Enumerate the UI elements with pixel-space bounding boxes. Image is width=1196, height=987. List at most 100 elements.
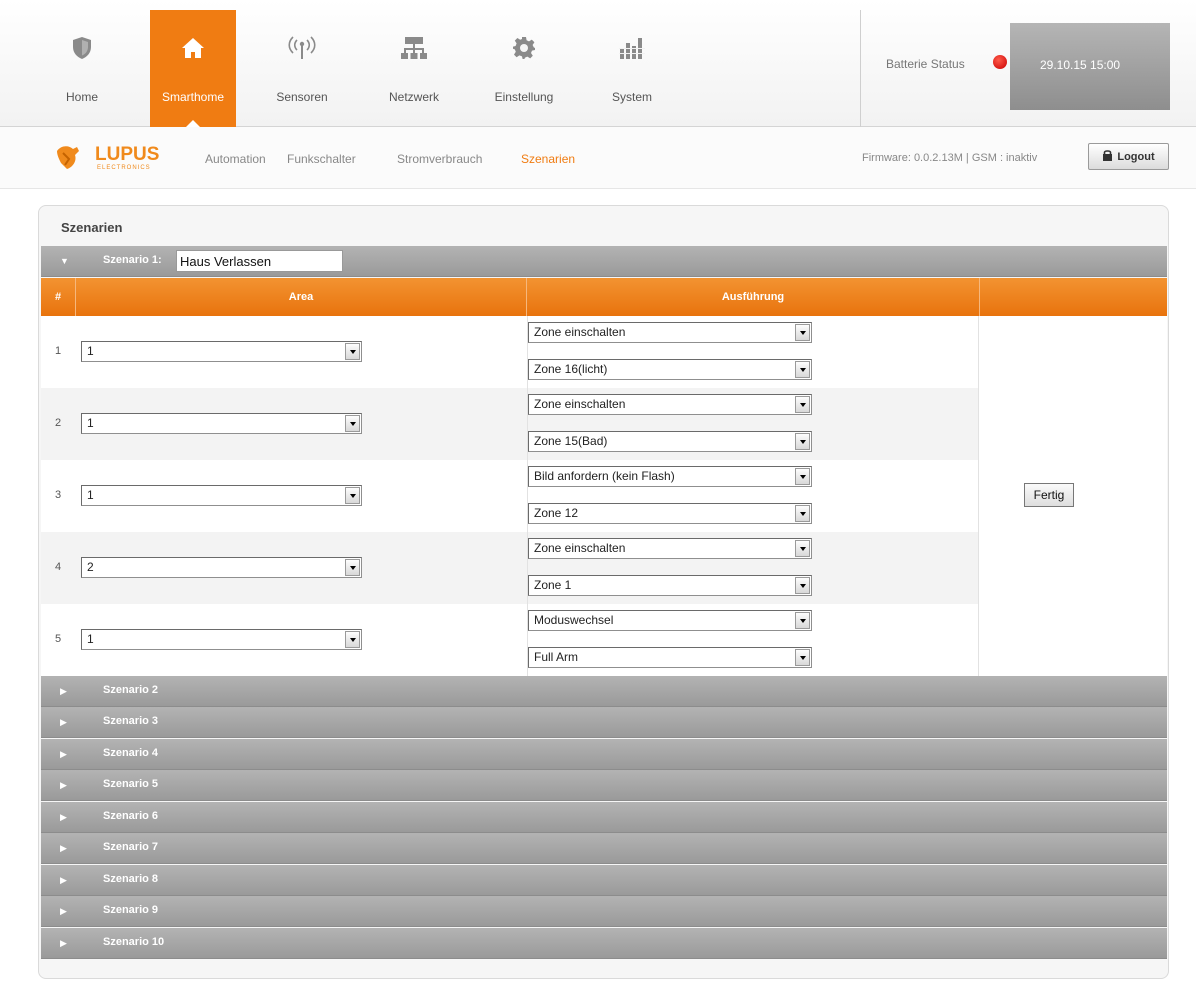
scenario-6-header[interactable]: ▶ Szenario 6 xyxy=(41,802,1167,833)
action-select[interactable]: Zone einschalten xyxy=(528,322,812,343)
scenario-title: Szenario 9 xyxy=(103,904,159,916)
scenario-title: Szenario 7 xyxy=(103,841,159,853)
gear-icon xyxy=(481,35,567,61)
dropdown-arrow-icon xyxy=(795,433,810,450)
nav-label-system: System xyxy=(611,90,652,104)
dropdown-arrow-icon xyxy=(795,612,810,629)
table-header: # Area Ausführung xyxy=(41,278,1167,316)
lupus-logo: LUPUS ELECTRONICS xyxy=(55,139,185,175)
done-button[interactable]: Fertig xyxy=(1024,483,1074,507)
triangle-right-icon: ▶ xyxy=(60,812,67,822)
scenarios-panel: Szenarien ▼ Szenario 1: # Area Ausführun… xyxy=(38,205,1169,979)
nav-item-home[interactable]: Home xyxy=(39,10,125,127)
scenario-title: Szenario 2 xyxy=(103,684,159,696)
subnav-automation[interactable]: Automation xyxy=(205,152,266,166)
top-navigation: Home Smarthome Sensoren Netzwerk Einstel… xyxy=(0,0,1196,128)
dropdown-arrow-icon xyxy=(795,361,810,378)
table-row: 1 1 Zone einschalten Zone 16(licht) xyxy=(41,316,978,388)
row-number: 5 xyxy=(55,633,62,645)
dropdown-arrow-icon xyxy=(795,396,810,413)
scenario-7-header[interactable]: ▶ Szenario 7 xyxy=(41,833,1167,864)
datetime-text: 29.10.15 15:00 xyxy=(1040,58,1121,72)
panel-title: Szenarien xyxy=(61,220,123,235)
triangle-right-icon: ▶ xyxy=(60,906,67,916)
nav-item-system[interactable]: System xyxy=(589,10,675,127)
scenario-1-label: Szenario 1: xyxy=(103,254,162,266)
triangle-right-icon: ▶ xyxy=(60,938,67,948)
firmware-info: Firmware: 0.0.2.13M | GSM : inaktiv xyxy=(862,152,1038,164)
area-select[interactable]: 2 xyxy=(81,557,362,578)
table-row: 5 1 Moduswechsel Full Arm xyxy=(41,604,978,676)
scenario-name-input[interactable] xyxy=(176,250,343,272)
subnav-szenarien[interactable]: Szenarien xyxy=(521,152,575,166)
dropdown-arrow-icon xyxy=(345,631,360,648)
dropdown-arrow-icon xyxy=(795,324,810,341)
col-header-number: # xyxy=(41,278,76,316)
row-number: 2 xyxy=(55,417,62,429)
scenario-2-header[interactable]: ▶ Szenario 2 xyxy=(41,676,1167,707)
dropdown-arrow-icon xyxy=(795,468,810,485)
nav-label-sensoren: Sensoren xyxy=(276,90,328,104)
triangle-right-icon: ▶ xyxy=(60,717,67,727)
scenario-10-header[interactable]: ▶ Szenario 10 xyxy=(41,928,1167,959)
col-header-area: Area xyxy=(76,278,527,316)
area-select[interactable]: 1 xyxy=(81,485,362,506)
table-row: 3 1 Bild anfordern (kein Flash) Zone 12 xyxy=(41,460,978,532)
nav-item-netzwerk[interactable]: Netzwerk xyxy=(371,10,457,127)
scenario-title: Szenario 10 xyxy=(103,936,165,948)
col-header-blank xyxy=(980,278,1167,316)
action-select[interactable]: Moduswechsel xyxy=(528,610,812,631)
table-row: 4 2 Zone einschalten Zone 1 xyxy=(41,532,978,604)
signal-icon xyxy=(259,35,345,61)
dropdown-arrow-icon xyxy=(345,559,360,576)
scenario-4-header[interactable]: ▶ Szenario 4 xyxy=(41,739,1167,770)
area-select[interactable]: 1 xyxy=(81,629,362,650)
action-select[interactable]: Zone einschalten xyxy=(528,538,812,559)
area-select[interactable]: 1 xyxy=(81,341,362,362)
subnav-funkschalter[interactable]: Funkschalter xyxy=(287,152,356,166)
triangle-down-icon: ▼ xyxy=(60,256,69,266)
dropdown-arrow-icon xyxy=(345,343,360,360)
action-select[interactable]: Bild anfordern (kein Flash) xyxy=(528,466,812,487)
triangle-right-icon: ▶ xyxy=(60,843,67,853)
scenario-3-header[interactable]: ▶ Szenario 3 xyxy=(41,707,1167,738)
dropdown-arrow-icon xyxy=(795,540,810,557)
bars-icon xyxy=(589,35,675,61)
dropdown-arrow-icon xyxy=(795,649,810,666)
logo-text: LUPUS xyxy=(95,144,159,165)
scenario-9-header[interactable]: ▶ Szenario 9 xyxy=(41,896,1167,927)
nav-label-home: Home xyxy=(65,90,98,104)
logo-subtext: ELECTRONICS xyxy=(97,165,151,171)
target-select[interactable]: Zone 12 xyxy=(528,503,812,524)
dropdown-arrow-icon xyxy=(795,505,810,522)
subnav-stromverbrauch[interactable]: Stromverbrauch xyxy=(397,152,482,166)
target-select[interactable]: Zone 1 xyxy=(528,575,812,596)
triangle-right-icon: ▶ xyxy=(60,686,67,696)
nav-item-einstellung[interactable]: Einstellung xyxy=(481,10,567,127)
scenario-title: Szenario 4 xyxy=(103,747,159,759)
area-select[interactable]: 1 xyxy=(81,413,362,434)
logout-button[interactable]: Logout xyxy=(1088,143,1169,170)
row-number: 4 xyxy=(55,561,62,573)
scenario-1-header[interactable]: ▼ Szenario 1: xyxy=(41,246,1167,277)
table-row: 2 1 Zone einschalten Zone 15(Bad) xyxy=(41,388,978,460)
action-select[interactable]: Zone einschalten xyxy=(528,394,812,415)
lock-icon xyxy=(1102,149,1113,164)
dropdown-arrow-icon xyxy=(795,577,810,594)
col-header-ausfuehrung: Ausführung xyxy=(527,278,980,316)
scenario-8-header[interactable]: ▶ Szenario 8 xyxy=(41,865,1167,896)
target-select[interactable]: Full Arm xyxy=(528,647,812,668)
datetime-display: 29.10.15 15:00 xyxy=(1010,23,1170,110)
target-select[interactable]: Zone 16(licht) xyxy=(528,359,812,380)
logout-label: Logout xyxy=(1117,150,1155,163)
battery-status-indicator xyxy=(993,55,1007,69)
scenario-title: Szenario 6 xyxy=(103,810,159,822)
sub-navigation: LUPUS ELECTRONICS Automation Funkschalte… xyxy=(0,127,1196,189)
target-select[interactable]: Zone 15(Bad) xyxy=(528,431,812,452)
nav-item-sensoren[interactable]: Sensoren xyxy=(259,10,345,127)
nav-item-smarthome[interactable]: Smarthome xyxy=(150,10,236,128)
nav-label-smarthome: Smarthome xyxy=(161,90,225,104)
scenario-5-header[interactable]: ▶ Szenario 5 xyxy=(41,770,1167,801)
network-icon xyxy=(371,35,457,61)
triangle-right-icon: ▶ xyxy=(60,749,67,759)
